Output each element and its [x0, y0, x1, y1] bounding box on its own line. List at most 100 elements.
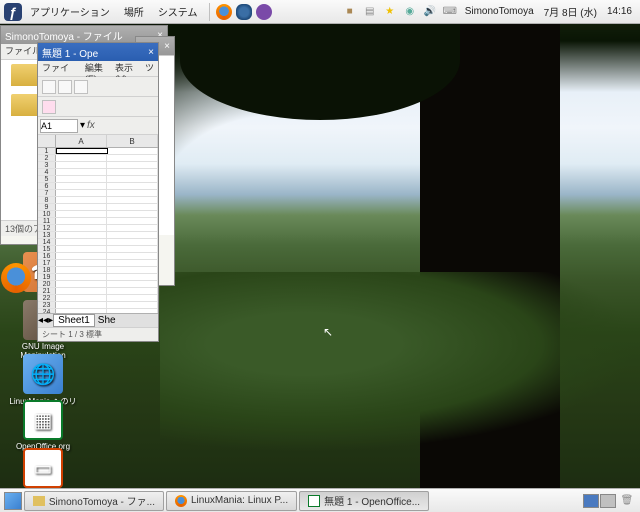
fx-icon[interactable]: fx: [87, 120, 95, 131]
workspace-switcher[interactable]: [583, 494, 616, 508]
row-header[interactable]: 13: [38, 232, 56, 238]
sheet-tab[interactable]: Sheet1: [53, 314, 95, 327]
row-header[interactable]: 21: [38, 288, 56, 294]
row-header[interactable]: 20: [38, 281, 56, 287]
cell[interactable]: [107, 260, 158, 266]
cell[interactable]: [56, 211, 107, 217]
row-header[interactable]: 7: [38, 190, 56, 196]
fedora-logo-icon[interactable]: ƒ: [4, 3, 22, 21]
row-header[interactable]: 3: [38, 162, 56, 168]
menu-edit[interactable]: 編集(E): [85, 61, 107, 76]
keyboard-icon[interactable]: ⌨: [441, 3, 459, 21]
cell[interactable]: [107, 225, 158, 231]
show-desktop-button[interactable]: [4, 492, 22, 510]
task-button[interactable]: 無題 1 - OpenOffice...: [299, 491, 429, 511]
menu-view[interactable]: 表示(V): [115, 61, 137, 76]
dropdown-icon[interactable]: ▾: [80, 120, 85, 131]
cell[interactable]: [56, 183, 107, 189]
cell[interactable]: [56, 190, 107, 196]
cell[interactable]: [107, 197, 158, 203]
row-header[interactable]: 14: [38, 239, 56, 245]
row-header[interactable]: 6: [38, 183, 56, 189]
bold-button[interactable]: [42, 100, 56, 114]
row-header[interactable]: 8: [38, 197, 56, 203]
cell[interactable]: [56, 246, 107, 252]
cell[interactable]: [56, 260, 107, 266]
cell[interactable]: [56, 155, 107, 161]
row-header[interactable]: 17: [38, 260, 56, 266]
save-button[interactable]: [74, 80, 88, 94]
tray-icon[interactable]: ▤: [361, 3, 379, 21]
cell[interactable]: [56, 295, 107, 301]
cell[interactable]: [107, 162, 158, 168]
cell[interactable]: [108, 148, 159, 154]
volume-icon[interactable]: 🔊: [421, 3, 439, 21]
cell[interactable]: [107, 183, 158, 189]
cell[interactable]: [56, 253, 107, 259]
places-menu[interactable]: 場所: [118, 2, 150, 21]
cell[interactable]: [107, 211, 158, 217]
row-header[interactable]: 19: [38, 274, 56, 280]
time-label[interactable]: 14:16: [603, 6, 636, 17]
row-header[interactable]: 22: [38, 295, 56, 301]
cell[interactable]: [56, 267, 107, 273]
open-button[interactable]: [58, 80, 72, 94]
row-header[interactable]: 9: [38, 204, 56, 210]
cell[interactable]: [107, 267, 158, 273]
cell[interactable]: [56, 148, 108, 154]
cell[interactable]: [107, 190, 158, 196]
cell[interactable]: [107, 288, 158, 294]
update-icon[interactable]: ★: [381, 3, 399, 21]
menu-tools[interactable]: ツ: [145, 61, 154, 76]
trash-icon[interactable]: 🗑: [618, 492, 636, 510]
row-header[interactable]: 15: [38, 246, 56, 252]
cell[interactable]: [56, 204, 107, 210]
cell[interactable]: [107, 309, 158, 313]
tray-icon[interactable]: ■: [341, 3, 359, 21]
cell[interactable]: [107, 169, 158, 175]
row-header[interactable]: 10: [38, 211, 56, 217]
row-header[interactable]: 18: [38, 267, 56, 273]
sheet-tab[interactable]: She: [95, 315, 119, 326]
cell[interactable]: [56, 218, 107, 224]
cell[interactable]: [107, 204, 158, 210]
applications-menu[interactable]: アプリケーション: [24, 2, 116, 21]
row-header[interactable]: 12: [38, 225, 56, 231]
column-header-b[interactable]: B: [107, 135, 158, 147]
cell[interactable]: [107, 232, 158, 238]
cell[interactable]: [56, 309, 107, 313]
row-header[interactable]: 16: [38, 253, 56, 259]
cell[interactable]: [56, 197, 107, 203]
row-header[interactable]: 2: [38, 155, 56, 161]
cell[interactable]: [107, 155, 158, 161]
close-icon[interactable]: ×: [148, 47, 154, 58]
cell[interactable]: [107, 218, 158, 224]
cell[interactable]: [56, 232, 107, 238]
cell[interactable]: [56, 176, 107, 182]
cell[interactable]: [107, 176, 158, 182]
corner-cell[interactable]: [38, 135, 56, 147]
row-header[interactable]: 5: [38, 176, 56, 182]
user-label[interactable]: SimonoTomoya: [461, 6, 538, 17]
column-header-a[interactable]: A: [56, 135, 107, 147]
thunderbird-launcher-icon[interactable]: [235, 3, 253, 21]
task-button[interactable]: LinuxMania: Linux P...: [166, 491, 297, 511]
cell[interactable]: [56, 274, 107, 280]
cell[interactable]: [107, 253, 158, 259]
cell[interactable]: [56, 162, 107, 168]
cell[interactable]: [107, 302, 158, 308]
cell[interactable]: [56, 302, 107, 308]
calc-window[interactable]: 無題 1 - Ope × ファイル(F) 編集(E) 表示(V) ツ ▾ fx …: [37, 42, 159, 342]
cell[interactable]: [56, 169, 107, 175]
cell[interactable]: [56, 288, 107, 294]
titlebar[interactable]: 無題 1 - Ope ×: [38, 43, 158, 61]
cell[interactable]: [56, 239, 107, 245]
date-label[interactable]: 7月 8日 (水): [540, 4, 601, 19]
cell[interactable]: [107, 295, 158, 301]
cell[interactable]: [107, 239, 158, 245]
network-icon[interactable]: ◉: [401, 3, 419, 21]
menu-file[interactable]: ファイル(F): [42, 61, 77, 76]
row-header[interactable]: 24: [38, 309, 56, 313]
row-header[interactable]: 1: [38, 148, 56, 154]
cell[interactable]: [107, 274, 158, 280]
